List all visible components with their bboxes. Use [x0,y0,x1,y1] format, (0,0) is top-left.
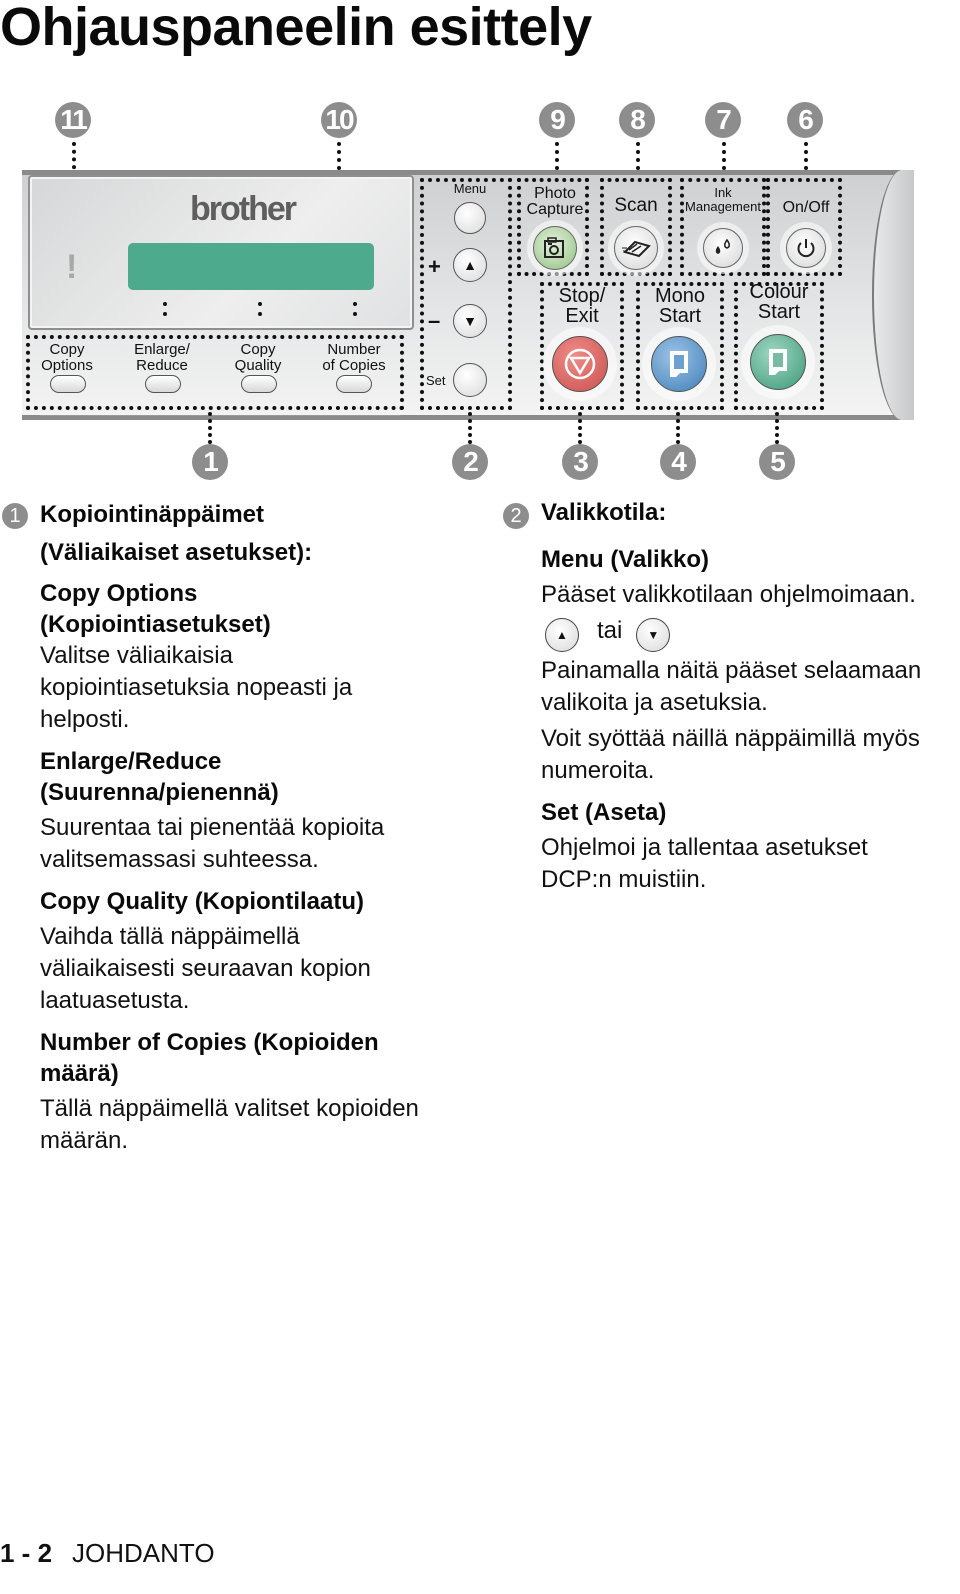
down-arrow-button[interactable]: ▼ [453,304,487,338]
leader-line-3 [578,412,582,444]
plus-sign: + [428,254,441,279]
stop-exit-label: Stop/ Exit [558,285,606,327]
or-text: tai [597,617,623,644]
arrows-description: Painamalla näitä pääset selaamaan [541,657,922,684]
callout-4: 4 [660,444,696,480]
section-number-2: 2 [503,503,529,529]
item-number-of-copies: Number of Copies (Kopioiden määrä) Tällä… [40,1029,419,1154]
callout-10: 10 [321,102,357,138]
colour-start-button[interactable] [750,334,806,390]
arrows-description-2: numeroita. [541,757,655,784]
item-copy-quality: Copy Quality (Kopiontilaatu) Vaihda täll… [40,888,371,1014]
callout-1: 1 [192,444,228,480]
set-description: Ohjelmoi ja tallentaa asetukset [541,834,868,861]
arrow-keys-row: ▲ tai ▼ [541,615,960,655]
brand-logo: brother [190,190,297,228]
lcd-dots [353,302,357,316]
section-number-1: 1 [2,503,28,529]
photo-capture-button[interactable] [533,226,577,270]
set-description: DCP:n muistiin. [541,866,707,893]
on-off-button[interactable] [786,228,826,268]
stop-icon [564,348,596,380]
power-icon [797,239,815,258]
down-arrow-icon: ▼ [636,618,671,652]
number-of-copies-label: Number of Copies [322,341,386,374]
copy-options-label: Copy Options [41,341,93,374]
photo-capture-label: Photo Capture [526,185,584,218]
mono-start-button[interactable] [651,336,707,392]
ink-drops-icon [715,238,730,254]
ink-management-button[interactable] [703,228,743,268]
scanner-icon [622,240,651,258]
up-arrow-icon: ▲ [545,618,579,652]
colour-start-label: Colour Start [749,281,809,323]
ink-management-label: Ink Management [685,185,761,214]
number-of-copies-button[interactable] [336,375,372,393]
down-arrow-icon: ▼ [463,313,477,329]
page-number: 1 - 2 [0,1538,53,1568]
set-button[interactable] [453,363,487,397]
menu-mode-section: Valikkotila: Menu (Valikko) Pääset valik… [541,497,960,896]
callout-3: 3 [562,444,598,480]
callout-5: 5 [759,444,795,480]
copy-quality-button[interactable] [241,375,277,393]
lcd-dots [258,302,262,316]
item-enlarge-reduce: Enlarge/Reduce (Suurenna/pienennä) Suure… [40,748,385,873]
set-title: Set (Aseta) [541,799,667,826]
callout-2: 2 [452,444,488,480]
enlarge-reduce-button[interactable] [145,375,181,393]
section-heading: (Väliaikaiset asetukset): [40,539,313,566]
menu-title: Menu (Valikko) [541,546,710,573]
section-heading: Valikkotila: [541,499,667,526]
up-arrow-button[interactable]: ▲ [453,248,487,282]
lcd-dots [163,302,167,316]
callout-7: 7 [705,102,741,138]
callout-6: 6 [787,102,823,138]
copy-keys-section: Kopiointinäppäimet (Väliaikaiset asetuks… [40,499,480,1157]
lcd-screen [128,243,374,290]
menu-description: Pääset valikkotilaan ohjelmoimaan. [541,581,916,608]
enlarge-reduce-label: Enlarge/ Reduce [134,341,190,374]
arrows-description: valikoita ja asetuksia. [541,689,768,716]
copy-quality-label: Copy Quality [234,341,282,374]
item-copy-options: Copy Options (Kopiointiasetukset) Valits… [40,580,353,733]
scan-button[interactable] [614,226,658,270]
stop-exit-button[interactable] [552,336,608,392]
set-label: Set [426,373,446,388]
document-icon [769,349,787,375]
section-heading: Kopiointinäppäimet [40,501,264,528]
callout-11: 11 [55,102,91,138]
mono-start-label: Mono Start [654,285,706,327]
leader-line-4 [676,412,680,444]
leader-line-1 [208,412,212,444]
menu-button[interactable] [454,202,486,234]
scan-label: Scan [614,195,658,216]
on-off-label: On/Off [782,199,830,216]
leader-line-5 [775,412,779,444]
minus-sign: – [428,308,441,333]
arrows-description-2: Voit syöttää näillä näppäimillä myös [541,725,920,752]
page-title: Ohjauspaneelin esittely [0,0,592,57]
callout-9: 9 [539,102,575,138]
copy-options-button[interactable] [50,375,86,393]
document-icon [670,351,688,377]
leader-line-2 [468,412,472,444]
page-footer: 1 - 2 JOHDANTO [0,1538,215,1569]
section-name: JOHDANTO [72,1538,215,1568]
callout-8: 8 [619,102,655,138]
menu-label: Menu [453,181,487,196]
warning-icon: ! [66,248,78,286]
camera-icon [544,237,564,258]
up-arrow-icon: ▲ [463,257,477,273]
